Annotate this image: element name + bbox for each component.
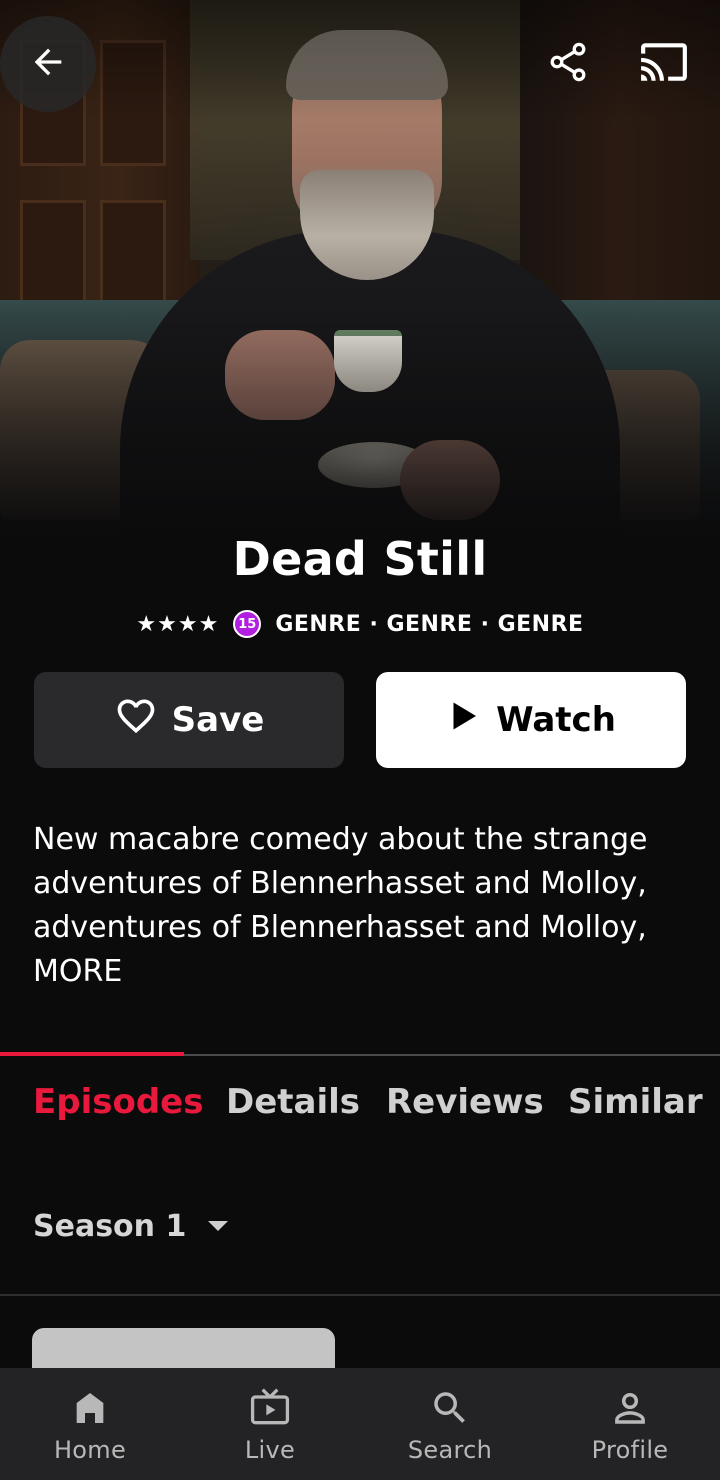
show-description: New macabre comedy about the strange adv… <box>33 818 693 994</box>
save-button[interactable]: Save <box>34 672 344 768</box>
share-icon <box>546 40 590 88</box>
active-tab-indicator <box>0 1052 184 1056</box>
nav-home-label: Home <box>53 1436 127 1464</box>
arrow-left-icon <box>28 42 68 86</box>
play-icon <box>446 698 482 743</box>
watch-button[interactable]: Watch <box>376 672 686 768</box>
hero-image <box>0 0 720 540</box>
show-meta: ★★★★ 15 GENRE · GENRE · GENRE <box>0 604 720 644</box>
cast-icon <box>639 37 689 91</box>
nav-search[interactable]: Search <box>360 1368 540 1480</box>
search-icon <box>428 1386 472 1430</box>
nav-profile[interactable]: Profile <box>540 1368 720 1480</box>
nav-search-label: Search <box>407 1436 493 1464</box>
share-button[interactable] <box>540 36 596 92</box>
tab-episodes[interactable]: Episodes <box>33 1082 203 1130</box>
nav-profile-label: Profile <box>591 1436 669 1464</box>
home-icon <box>68 1386 112 1430</box>
star-rating: ★★★★ <box>136 611 220 637</box>
heart-icon <box>114 694 158 747</box>
chevron-down-icon <box>208 1221 229 1231</box>
profile-icon <box>608 1386 652 1430</box>
bottom-navigation: Home Live Search Profile <box>0 1368 720 1480</box>
more-link[interactable]: MORE <box>33 950 693 994</box>
description-line: New macabre comedy about the strange <box>33 822 648 857</box>
season-label: Season 1 <box>33 1208 187 1244</box>
cast-button[interactable] <box>636 36 692 92</box>
genre-list: GENRE · GENRE · GENRE <box>275 611 584 637</box>
season-dropdown[interactable]: Season 1 <box>33 1204 229 1248</box>
description-line: adventures of Blennerhasset and Molloy, <box>33 866 647 901</box>
divider <box>0 1294 720 1296</box>
tab-details[interactable]: Details <box>226 1082 360 1130</box>
tab-similar[interactable]: Similar <box>568 1082 703 1130</box>
save-label: Save <box>171 700 265 740</box>
nav-live-label: Live <box>244 1436 296 1464</box>
back-button[interactable] <box>0 16 96 112</box>
watch-label: Watch <box>496 700 616 740</box>
tab-reviews[interactable]: Reviews <box>386 1082 544 1130</box>
nav-live[interactable]: Live <box>180 1368 360 1480</box>
tv-icon <box>248 1386 292 1430</box>
show-title: Dead Still <box>232 532 488 586</box>
nav-home[interactable]: Home <box>0 1368 180 1480</box>
age-rating-badge: 15 <box>233 610 262 638</box>
description-line: adventures of Blennerhasset and Molloy, <box>33 910 647 945</box>
